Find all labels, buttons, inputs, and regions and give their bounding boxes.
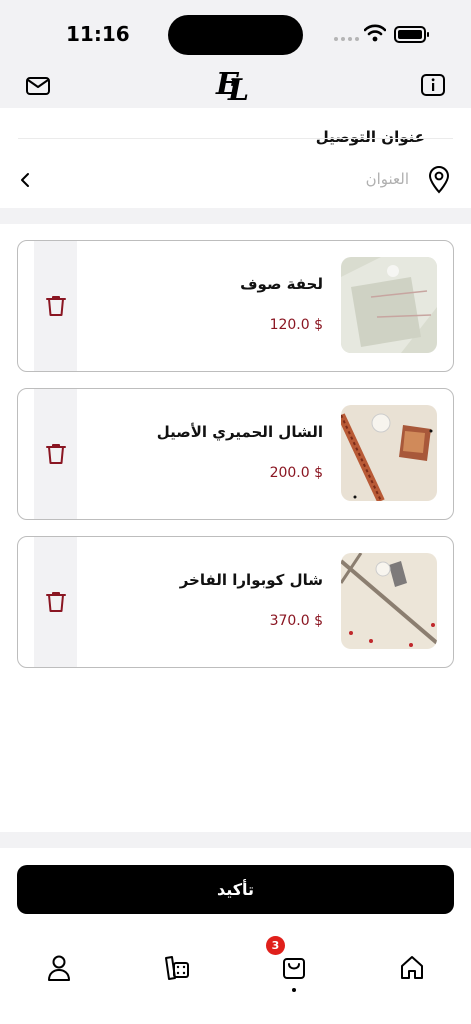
address-field[interactable]: العنوان: [366, 170, 409, 188]
address-title: عنوان التوصيل: [315, 128, 425, 146]
item-name: شال كوبوارا الفاخر: [179, 571, 323, 589]
confirm-button[interactable]: تأكيد: [17, 865, 454, 914]
product-image: [341, 405, 437, 501]
section-separator: [0, 832, 471, 848]
nav-catalog[interactable]: [157, 948, 197, 988]
nav-cart[interactable]: 3: [266, 936, 314, 992]
svg-text:L: L: [227, 73, 249, 104]
item-name: الشال الحميري الأصيل: [156, 423, 323, 441]
dynamic-island: [168, 15, 303, 55]
cart-list: لحفة صوف 120.0 $ الشال الحميري الأصيل 20…: [17, 240, 454, 684]
cart-item[interactable]: الشال الحميري الأصيل 200.0 $: [17, 388, 454, 520]
nav-profile[interactable]: [39, 948, 79, 988]
trash-icon: [45, 296, 66, 316]
item-price: 200.0 $: [269, 465, 323, 481]
wifi-icon: [364, 24, 386, 42]
battery-icon: [394, 26, 429, 43]
location-pin-icon: [428, 166, 450, 194]
divider: [18, 138, 453, 139]
info-icon[interactable]: [420, 72, 446, 98]
trash-icon: [45, 444, 66, 464]
shopping-bag-icon: [283, 958, 305, 979]
bottom-nav: 3: [0, 930, 471, 1024]
cart-item[interactable]: لحفة صوف 120.0 $: [17, 240, 454, 372]
item-name: لحفة صوف: [240, 275, 323, 293]
brand-logo: E L: [215, 67, 249, 104]
chevron-left-icon[interactable]: [18, 170, 34, 190]
section-separator: [0, 208, 471, 224]
app-header: E L: [0, 66, 471, 108]
trash-icon: [45, 592, 66, 612]
item-price: 120.0 $: [269, 317, 323, 333]
status-bar: 11:16: [0, 0, 471, 66]
user-icon: [48, 955, 70, 981]
product-image: [341, 553, 437, 649]
delete-button[interactable]: [34, 389, 77, 519]
cart-item[interactable]: شال كوبوارا الفاخر 370.0 $: [17, 536, 454, 668]
delete-button[interactable]: [34, 241, 77, 371]
nav-home[interactable]: [392, 948, 432, 988]
home-icon: [401, 956, 423, 979]
mail-icon[interactable]: [24, 72, 52, 100]
item-price: 370.0 $: [269, 613, 323, 629]
cellular-signal-icon: [334, 37, 359, 41]
address-section: عنوان التوصيل العنوان: [0, 108, 471, 208]
cart-count-badge: 3: [266, 936, 285, 955]
active-indicator: [292, 988, 296, 992]
delete-button[interactable]: [34, 537, 77, 667]
product-image: [341, 257, 437, 353]
catalog-icon: [165, 956, 189, 980]
status-time: 11:16: [66, 22, 130, 46]
